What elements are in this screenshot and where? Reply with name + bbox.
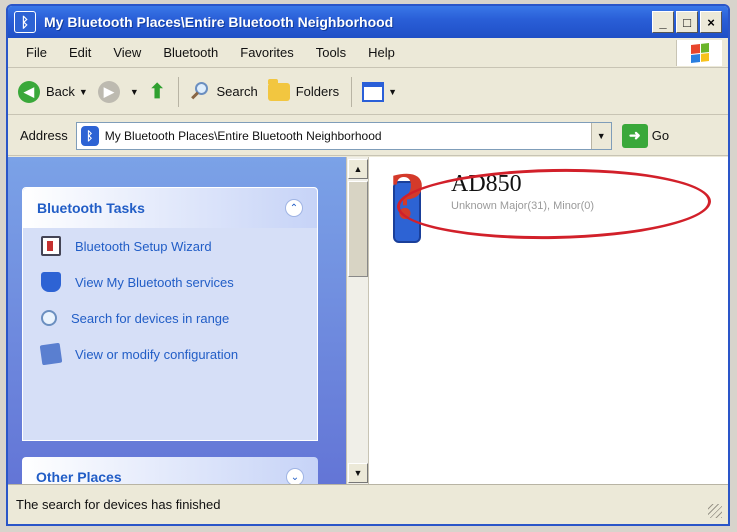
scroll-thumb[interactable]	[348, 181, 368, 277]
up-button[interactable]: ⬆	[149, 79, 166, 104]
menu-bar: File Edit View Bluetooth Favorites Tools…	[8, 38, 728, 68]
scroll-down-button[interactable]: ▼	[348, 463, 368, 483]
close-button[interactable]: ×	[700, 11, 722, 33]
task-search-devices[interactable]: Search for devices in range	[23, 300, 317, 336]
task-pane-scrollbar[interactable]: ▲ ▼	[346, 157, 368, 485]
search-devices-icon	[41, 310, 57, 326]
folders-label: Folders	[295, 84, 340, 99]
window-controls: _ □ ×	[652, 11, 722, 33]
resize-grip-icon[interactable]	[708, 504, 722, 518]
back-button[interactable]: ◀ Back ▼	[18, 80, 88, 103]
task-label: Search for devices in range	[71, 310, 230, 326]
collapse-icon[interactable]: ⌃	[285, 199, 303, 217]
back-arrow-icon: ◀	[18, 80, 40, 103]
windows-logo	[676, 40, 722, 66]
menu-bluetooth[interactable]: Bluetooth	[163, 45, 218, 60]
bluetooth-tasks-panel: Bluetooth Tasks ⌃ Bluetooth Setup Wizard…	[22, 187, 318, 441]
task-view-services[interactable]: View My Bluetooth services	[23, 264, 317, 300]
task-pane: Bluetooth Tasks ⌃ Bluetooth Setup Wizard…	[8, 157, 346, 485]
go-arrow-icon: ➜	[621, 123, 648, 148]
status-text: The search for devices has finished	[16, 497, 221, 512]
configuration-icon	[39, 342, 63, 366]
menu-edit[interactable]: Edit	[69, 45, 91, 60]
bluetooth-tasks-header[interactable]: Bluetooth Tasks ⌃	[23, 188, 317, 228]
services-icon	[41, 272, 61, 292]
task-label: View or modify configuration	[75, 346, 239, 362]
go-button[interactable]: ➜ Go	[621, 123, 670, 148]
search-icon	[189, 81, 211, 103]
expand-icon[interactable]: ⌄	[286, 468, 304, 485]
menu-favorites[interactable]: Favorites	[240, 45, 293, 60]
toolbar-divider	[351, 76, 353, 107]
address-value: My Bluetooth Places\Entire Bluetooth Nei…	[104, 128, 382, 143]
task-modify-configuration[interactable]: View or modify configuration	[23, 336, 317, 372]
other-places-header[interactable]: Other Places ⌄	[22, 457, 318, 485]
address-dropdown-button[interactable]: ▼	[590, 122, 611, 149]
device-list: ? AD850 Unknown Major(31), Minor(0)	[368, 157, 728, 485]
address-bar: Address ᛒ My Bluetooth Places\Entire Blu…	[8, 116, 728, 156]
wizard-icon	[41, 236, 61, 256]
bluetooth-icon: ᛒ	[80, 125, 99, 146]
menu-file[interactable]: File	[26, 45, 47, 60]
minimize-button[interactable]: _	[652, 11, 674, 33]
task-label: Bluetooth Setup Wizard	[75, 238, 212, 254]
bluetooth-tasks-title: Bluetooth Tasks	[37, 200, 145, 216]
windows-flag-icon	[690, 43, 709, 63]
address-input[interactable]: ᛒ My Bluetooth Places\Entire Bluetooth N…	[75, 121, 612, 150]
title-bar[interactable]: ᛒ My Bluetooth Places\Entire Bluetooth N…	[8, 6, 728, 38]
chevron-down-icon[interactable]: ▼	[79, 87, 88, 97]
forward-button[interactable]: ▶ ▼	[97, 80, 139, 103]
menu-tools[interactable]: Tools	[316, 45, 346, 60]
task-label: View My Bluetooth services	[75, 274, 234, 290]
toolbar-divider	[177, 76, 179, 107]
views-icon	[362, 81, 385, 102]
go-label: Go	[651, 128, 670, 143]
toolbar: ◀ Back ▼ ▶ ▼ ⬆ Search Folders ▼	[8, 69, 728, 115]
window-title: My Bluetooth Places\Entire Bluetooth Nei…	[44, 14, 394, 30]
back-label: Back	[46, 84, 75, 99]
other-places-title: Other Places	[36, 469, 122, 485]
explorer-window: ᛒ My Bluetooth Places\Entire Bluetooth N…	[6, 4, 730, 526]
scroll-up-button[interactable]: ▲	[348, 159, 368, 179]
chevron-down-icon[interactable]: ▼	[130, 87, 139, 97]
menu-view[interactable]: View	[113, 45, 141, 60]
maximize-button[interactable]: □	[676, 11, 698, 33]
folder-icon	[267, 78, 290, 101]
views-button[interactable]: ▼	[362, 81, 397, 102]
bluetooth-icon: ᛒ	[14, 11, 36, 33]
address-label: Address	[20, 128, 68, 143]
up-folder-icon: ⬆	[148, 81, 166, 103]
status-bar: The search for devices has finished	[8, 484, 728, 524]
chevron-down-icon[interactable]: ▼	[388, 87, 397, 97]
folders-button[interactable]: Folders	[267, 78, 340, 101]
forward-arrow-icon: ▶	[97, 80, 120, 103]
menu-help[interactable]: Help	[368, 45, 395, 60]
task-setup-wizard[interactable]: Bluetooth Setup Wizard	[23, 228, 317, 264]
search-button[interactable]: Search	[189, 81, 258, 103]
search-label: Search	[216, 84, 258, 99]
